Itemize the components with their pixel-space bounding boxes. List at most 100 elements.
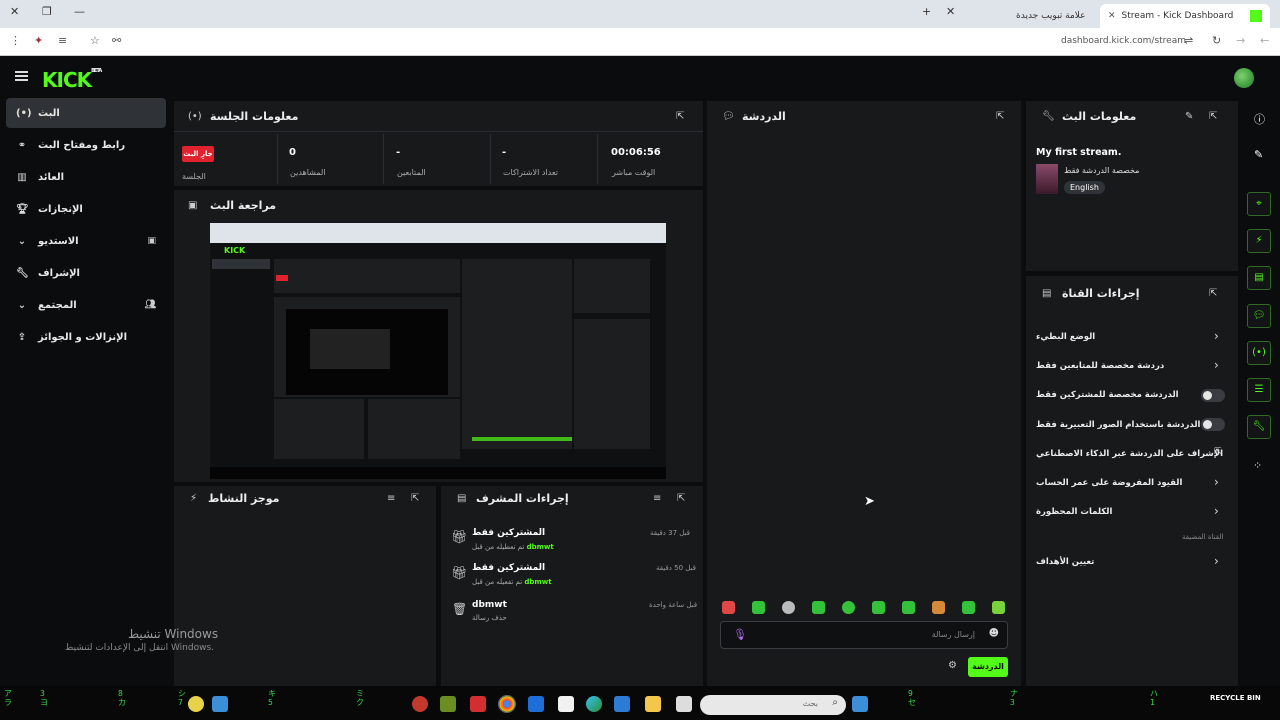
- close-tab-icon[interactable]: ✕: [946, 5, 955, 18]
- popout-icon[interactable]: ⇱: [1209, 111, 1217, 122]
- emote-icon[interactable]: [752, 601, 765, 614]
- sidebar-item-studio[interactable]: ⌄ الاستديو ▣: [6, 226, 166, 256]
- chevron-right-icon[interactable]: ›: [1214, 504, 1219, 518]
- emote-icon[interactable]: [992, 601, 1005, 614]
- chat-input-box[interactable]: 🎙︎ إرسال رسالة ☻: [720, 621, 1008, 649]
- gear-icon[interactable]: ⚙: [948, 660, 957, 671]
- sidebar-item-drops[interactable]: ⇪ الإنزالات و الجوائز: [6, 322, 166, 352]
- notepad-icon[interactable]: [558, 696, 574, 712]
- close-window-icon[interactable]: ✕: [10, 5, 19, 18]
- reload-icon[interactable]: ↻: [1212, 34, 1221, 47]
- app-icon[interactable]: [212, 696, 228, 712]
- chevron-right-icon[interactable]: ›: [1214, 475, 1219, 489]
- add-widget-icon[interactable]: ⁘: [1253, 459, 1262, 472]
- minimize-window-icon[interactable]: —: [74, 5, 85, 18]
- url-field[interactable]: dashboard.kick.com/stream: [1061, 36, 1186, 46]
- tab-new[interactable]: علامة تبويب جديدة: [1008, 4, 1100, 28]
- app-icon[interactable]: [676, 696, 692, 712]
- mod-action-user[interactable]: dbmwt: [524, 578, 551, 586]
- popout-icon[interactable]: ⇱: [411, 493, 419, 504]
- account-age-option[interactable]: القيود المفروضة على عمر الحساب: [1036, 478, 1182, 488]
- language-tag: English: [1064, 181, 1105, 194]
- hamburger-menu-icon[interactable]: [15, 71, 28, 81]
- emote-icon[interactable]: [842, 601, 855, 614]
- gift-icon: 🎁︎: [451, 566, 468, 581]
- site-settings-icon[interactable]: ⇌: [1184, 34, 1193, 47]
- filter-icon[interactable]: ≡: [653, 493, 661, 504]
- popout-icon[interactable]: ⇱: [677, 493, 685, 504]
- app-icon[interactable]: [188, 696, 204, 712]
- bolt-icon[interactable]: ⚡︎: [1247, 229, 1271, 253]
- focus-icon[interactable]: ⌖: [1247, 192, 1271, 216]
- sidebar-item-community[interactable]: ⌄ المجتمع 👥︎: [6, 290, 166, 320]
- followers-only-option[interactable]: دردشة مخصصة للمتابعين فقط: [1036, 361, 1164, 371]
- back-icon[interactable]: ←: [1260, 34, 1269, 47]
- popout-icon[interactable]: ⇱: [996, 111, 1004, 122]
- menu-dots-icon[interactable]: ⋮: [10, 34, 21, 47]
- emote-icon[interactable]: [962, 601, 975, 614]
- info-icon[interactable]: ⓘ: [1254, 111, 1265, 127]
- sidebar-item-revenue[interactable]: ▥ العائد: [6, 162, 166, 192]
- emote-icon[interactable]: [722, 601, 735, 614]
- kick-logo[interactable]: KICKBETA: [42, 68, 102, 92]
- emote-icon[interactable]: [902, 601, 915, 614]
- emote-only-toggle[interactable]: [1201, 418, 1225, 431]
- forward-icon[interactable]: →: [1236, 34, 1245, 47]
- broadcast-icon[interactable]: (•): [1247, 341, 1271, 365]
- pencil-icon[interactable]: ✎: [1254, 148, 1263, 161]
- emote-icon[interactable]: [872, 601, 885, 614]
- chrome-icon[interactable]: [498, 695, 516, 713]
- banned-words-option[interactable]: الكلمات المحظورة: [1036, 507, 1112, 517]
- tab-kick-dashboard[interactable]: ✕ Stream - Kick Dashboard: [1100, 4, 1270, 28]
- user-avatar[interactable]: [1234, 68, 1254, 88]
- slow-mode-option[interactable]: الوضع البطيء: [1036, 332, 1095, 342]
- reading-list-icon[interactable]: ≡: [58, 34, 67, 47]
- chat-send-button[interactable]: الدردشة: [968, 657, 1008, 677]
- layout-icon[interactable]: ☰: [1247, 378, 1271, 402]
- sidebar-item-achievements[interactable]: 🏆︎ الإنجازات: [6, 194, 166, 224]
- share-icon[interactable]: ⚯: [112, 34, 121, 47]
- security-icon[interactable]: [528, 696, 544, 712]
- start-windows-icon[interactable]: [852, 696, 868, 712]
- trophy-icon: 🏆︎: [16, 203, 29, 215]
- chat-bubble-icon[interactable]: 💬︎: [1247, 304, 1271, 328]
- popout-icon[interactable]: ⇱: [676, 111, 684, 122]
- app-icon[interactable]: [412, 696, 428, 712]
- minecraft-icon[interactable]: [440, 696, 456, 712]
- bookmark-star-icon[interactable]: ☆: [90, 34, 100, 47]
- ai-moderation-option[interactable]: الإشراف على الدردشة عبر الذكاء الاصطناعي: [1036, 449, 1223, 459]
- new-tab-icon[interactable]: +: [922, 5, 931, 18]
- popout-icon[interactable]: ⇱: [1209, 288, 1217, 299]
- document-icon[interactable]: ▤: [1247, 266, 1271, 290]
- chevron-right-icon[interactable]: ›: [1214, 358, 1219, 372]
- filter-icon[interactable]: ≡: [387, 493, 395, 504]
- wrench-icon[interactable]: 🔧︎: [1247, 415, 1271, 439]
- app-icon[interactable]: [614, 696, 630, 712]
- taskbar-search[interactable]: بحث ⌕: [700, 695, 846, 715]
- external-link-icon[interactable]: ⇱: [1214, 447, 1222, 457]
- set-goals-option[interactable]: تعيين الأهداف: [1036, 557, 1094, 567]
- mod-action-user[interactable]: dbmwt: [527, 543, 554, 551]
- subscribers-only-toggle[interactable]: [1201, 389, 1225, 402]
- file-explorer-icon[interactable]: [645, 696, 661, 712]
- emote-icon[interactable]: [782, 601, 795, 614]
- microphone-icon[interactable]: 🎙︎: [733, 628, 747, 641]
- sidebar-item-broadcast[interactable]: (•) البث: [6, 98, 166, 128]
- emoji-icon[interactable]: ☻: [989, 628, 999, 639]
- stream-preview-video[interactable]: KICK: [210, 223, 666, 479]
- chevron-right-icon[interactable]: ›: [1214, 329, 1219, 343]
- extension-icon[interactable]: ✦: [34, 34, 43, 47]
- chat-panel: [707, 101, 1021, 686]
- pencil-icon[interactable]: ✎: [1185, 111, 1193, 122]
- recycle-bin-label[interactable]: RECYCLE BIN: [1210, 694, 1261, 702]
- wps-icon[interactable]: [470, 696, 486, 712]
- emote-icon[interactable]: [932, 601, 945, 614]
- chevron-right-icon[interactable]: ›: [1214, 554, 1219, 568]
- sidebar-item-moderation[interactable]: 🔧︎ الإشراف: [6, 258, 166, 288]
- edge-icon[interactable]: [586, 696, 602, 712]
- community-icon: 👥︎: [144, 300, 156, 310]
- sidebar-item-stream-key[interactable]: ⚭ رابط ومفتاح البث: [6, 130, 166, 160]
- close-tab-icon[interactable]: ✕: [1108, 11, 1116, 21]
- restore-window-icon[interactable]: ❐: [42, 5, 52, 18]
- emote-icon[interactable]: [812, 601, 825, 614]
